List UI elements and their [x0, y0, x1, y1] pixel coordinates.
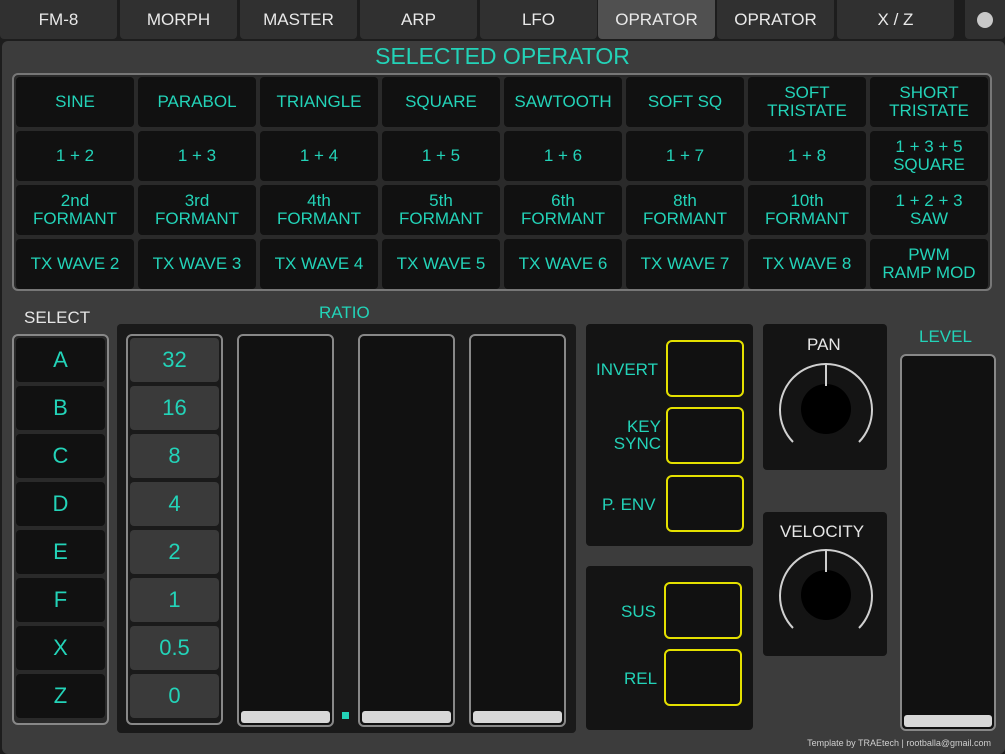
waveform-button[interactable]: 1 + 3 — [138, 131, 256, 181]
p-env-toggle[interactable] — [666, 475, 744, 532]
select-button-e[interactable]: E — [16, 530, 105, 574]
status-indicator[interactable] — [965, 0, 1005, 39]
ratio-button[interactable]: 32 — [130, 338, 219, 382]
invert-label: INVERT — [596, 360, 659, 379]
waveform-button[interactable]: TRIANGLE — [260, 77, 378, 127]
p-env-label: P. ENV — [602, 495, 656, 514]
circle-icon — [977, 12, 993, 28]
waveform-button[interactable]: 1 + 8 — [748, 131, 866, 181]
waveform-button[interactable]: 5th FORMANT — [382, 185, 500, 235]
waveform-button[interactable]: TX WAVE 2 — [16, 239, 134, 289]
waveform-button[interactable]: SINE — [16, 77, 134, 127]
waveform-button[interactable]: 1 + 4 — [260, 131, 378, 181]
invert-toggle[interactable] — [666, 340, 744, 397]
velocity-knob[interactable] — [776, 545, 876, 641]
waveform-button[interactable]: 1 + 6 — [504, 131, 622, 181]
ratio-button[interactable]: 4 — [130, 482, 219, 526]
waveform-button[interactable]: TX WAVE 5 — [382, 239, 500, 289]
tab-fm-8[interactable]: FM-8 — [0, 0, 117, 39]
waveform-button[interactable]: 1 + 3 + 5 SQUARE — [870, 131, 988, 181]
ratio-slider-1[interactable] — [237, 334, 334, 727]
waveform-button[interactable]: 1 + 7 — [626, 131, 744, 181]
ratio-button[interactable]: 16 — [130, 386, 219, 430]
waveform-button[interactable]: SQUARE — [382, 77, 500, 127]
sus-toggle[interactable] — [664, 582, 742, 639]
slider-thumb[interactable] — [362, 711, 451, 723]
select-button-b[interactable]: B — [16, 386, 105, 430]
tab-master[interactable]: MASTER — [240, 0, 357, 39]
footer-credit: Template by TRAEtech | rootballa@gmail.c… — [807, 738, 991, 748]
waveform-button[interactable]: 1 + 5 — [382, 131, 500, 181]
select-label: SELECT — [24, 308, 91, 327]
section-title: SELECTED OPERATOR — [375, 43, 630, 69]
ratio-button[interactable]: 2 — [130, 530, 219, 574]
select-button-x[interactable]: X — [16, 626, 105, 670]
waveform-button[interactable]: TX WAVE 3 — [138, 239, 256, 289]
select-button-f[interactable]: F — [16, 578, 105, 622]
sus-label: SUS — [621, 602, 656, 621]
slider-thumb[interactable] — [473, 711, 562, 723]
ratio-indicator-dot — [342, 712, 349, 719]
pan-knob[interactable] — [776, 359, 876, 455]
select-button-z[interactable]: Z — [16, 674, 105, 718]
waveform-button[interactable]: TX WAVE 7 — [626, 239, 744, 289]
pan-label: PAN — [807, 335, 841, 354]
tab-oprator[interactable]: OPRATOR — [598, 0, 715, 39]
waveform-button[interactable]: 1 + 2 — [16, 131, 134, 181]
waveform-button[interactable]: 4th FORMANT — [260, 185, 378, 235]
waveform-button[interactable]: PWM RAMP MOD — [870, 239, 988, 289]
level-slider[interactable] — [900, 354, 996, 731]
waveform-button[interactable]: TX WAVE 4 — [260, 239, 378, 289]
select-button-a[interactable]: A — [16, 338, 105, 382]
tab-morph[interactable]: MORPH — [120, 0, 237, 39]
level-label: LEVEL — [919, 327, 972, 346]
waveform-button[interactable]: TX WAVE 6 — [504, 239, 622, 289]
key-sync-label: KEY SYNC — [613, 417, 661, 453]
ratio-slider-3[interactable] — [469, 334, 566, 727]
key-sync-toggle[interactable] — [666, 407, 744, 464]
tab-arp[interactable]: ARP — [360, 0, 477, 39]
rel-label: REL — [624, 669, 658, 688]
ratio-label: RATIO — [319, 303, 370, 322]
waveform-button[interactable]: 2nd FORMANT — [16, 185, 134, 235]
waveform-button[interactable]: 6th FORMANT — [504, 185, 622, 235]
ratio-button[interactable]: 1 — [130, 578, 219, 622]
tab-x-z[interactable]: X / Z — [837, 0, 954, 39]
tab-oprator[interactable]: OPRATOR — [717, 0, 834, 39]
ratio-button[interactable]: 0.5 — [130, 626, 219, 670]
waveform-button[interactable]: SOFT SQ — [626, 77, 744, 127]
ratio-slider-2[interactable] — [358, 334, 455, 727]
waveform-button[interactable]: SOFT TRISTATE — [748, 77, 866, 127]
slider-thumb[interactable] — [241, 711, 330, 723]
waveform-button[interactable]: TX WAVE 8 — [748, 239, 866, 289]
waveform-button[interactable]: 1 + 2 + 3 SAW — [870, 185, 988, 235]
tab-lfo[interactable]: LFO — [480, 0, 597, 39]
waveform-button[interactable]: PARABOL — [138, 77, 256, 127]
select-button-d[interactable]: D — [16, 482, 105, 526]
select-button-c[interactable]: C — [16, 434, 105, 478]
rel-toggle[interactable] — [664, 649, 742, 706]
ratio-button[interactable]: 0 — [130, 674, 219, 718]
ratio-button[interactable]: 8 — [130, 434, 219, 478]
slider-thumb[interactable] — [904, 715, 992, 727]
waveform-button[interactable]: 8th FORMANT — [626, 185, 744, 235]
waveform-button[interactable]: 10th FORMANT — [748, 185, 866, 235]
waveform-button[interactable]: SAWTOOTH — [504, 77, 622, 127]
waveform-button[interactable]: 3rd FORMANT — [138, 185, 256, 235]
velocity-label: VELOCITY — [780, 522, 865, 541]
waveform-button[interactable]: SHORT TRISTATE — [870, 77, 988, 127]
